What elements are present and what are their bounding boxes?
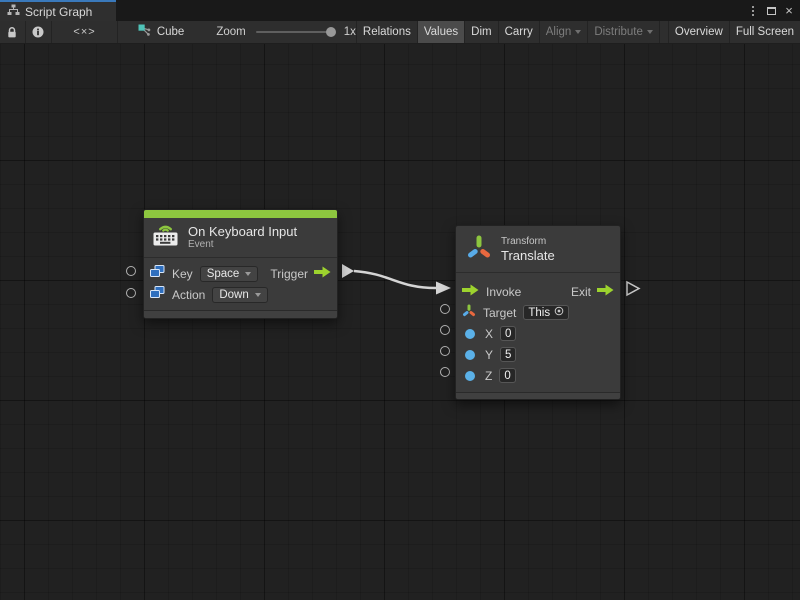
invoke-label: Invoke — [486, 285, 521, 299]
maximize-icon[interactable] — [762, 0, 780, 21]
target-label: Target — [483, 306, 516, 320]
node-body: Invoke Exit — [456, 272, 620, 392]
invoke-row: Invoke Exit — [456, 281, 620, 302]
chevron-down-icon — [255, 293, 261, 297]
tab-title: Script Graph — [25, 5, 92, 19]
event-accent-bar — [144, 210, 337, 218]
dim-button[interactable]: Dim — [465, 21, 497, 43]
x-row: X 0 — [456, 323, 620, 344]
target-field[interactable]: This — [523, 305, 569, 320]
node-header: On Keyboard Input Event — [144, 218, 337, 257]
flow-arrow-icon — [597, 283, 614, 301]
y-row: Y 5 — [456, 344, 620, 365]
graph-toolbar: <×> Cube Zoom 1x Relations — [0, 21, 800, 44]
script-graph-window: Script Graph × <×> — [0, 0, 800, 600]
node-footer — [456, 392, 620, 400]
toolbar-buttons: Relations Values Dim Carry Align Distrib… — [356, 21, 800, 43]
carry-button[interactable]: Carry — [499, 21, 539, 43]
object-picker-icon[interactable] — [554, 306, 564, 319]
z-input[interactable]: 0 — [499, 368, 515, 383]
close-icon[interactable]: × — [780, 0, 798, 21]
keyboard-icon — [152, 223, 179, 251]
target-row: Target This — [456, 302, 620, 323]
node-title: Translate — [501, 248, 555, 263]
chevron-down-icon — [575, 30, 581, 34]
y-value-port[interactable] — [440, 346, 450, 356]
key-row: Key Space Trigger — [144, 263, 337, 284]
info-icon[interactable] — [26, 21, 52, 43]
trigger-label: Trigger — [270, 267, 308, 281]
graph-canvas[interactable]: On Keyboard Input Event Key Space — [0, 44, 800, 600]
graph-context[interactable]: Cube — [138, 21, 185, 43]
y-input[interactable]: 5 — [500, 347, 516, 362]
node-header: Transform Translate — [456, 226, 620, 272]
value-port-dot — [465, 371, 475, 381]
node-body: Key Space Trigger — [144, 257, 337, 310]
zoom-label: Zoom — [216, 26, 245, 38]
graph-hierarchy-icon — [7, 3, 20, 21]
literal-icon — [150, 286, 165, 304]
key-label: Key — [172, 267, 193, 281]
node-subtitle: Event — [188, 239, 297, 251]
action-label: Action — [172, 288, 205, 302]
value-port-dot — [465, 329, 475, 339]
relations-button[interactable]: Relations — [357, 21, 417, 43]
lock-icon[interactable] — [0, 21, 25, 43]
node-transform-translate[interactable]: Transform Translate Invoke Exit — [455, 225, 621, 400]
x-input[interactable]: 0 — [500, 326, 516, 341]
key-value-port[interactable] — [126, 266, 136, 276]
flow-arrow-icon — [314, 265, 331, 283]
action-value-port[interactable] — [126, 288, 136, 298]
z-row: Z 0 — [456, 365, 620, 386]
literal-icon — [150, 265, 165, 283]
fullscreen-button[interactable]: Full Screen — [730, 21, 800, 43]
node-category: Transform — [501, 236, 555, 248]
script-graph-icon — [138, 24, 151, 40]
x-label: X — [485, 327, 493, 341]
transform-axes-icon — [462, 304, 476, 322]
target-value-port[interactable] — [440, 304, 450, 314]
titlebar: Script Graph × — [0, 0, 800, 21]
graph-context-label: Cube — [157, 26, 185, 38]
kebab-menu-icon[interactable] — [744, 0, 762, 21]
node-on-keyboard-input[interactable]: On Keyboard Input Event Key Space — [143, 209, 338, 319]
zoom-value: 1x — [344, 26, 356, 38]
flow-arrow-icon — [462, 283, 479, 301]
chevron-down-icon — [245, 272, 251, 276]
trigger-out-port[interactable] — [342, 264, 354, 278]
transform-axes-icon — [466, 234, 492, 265]
y-label: Y — [485, 348, 493, 362]
toolbar-separator — [117, 21, 118, 43]
zoom-control: Zoom 1x — [216, 21, 356, 43]
zoom-slider[interactable] — [256, 31, 334, 33]
exit-out-port[interactable] — [627, 282, 639, 295]
tab-script-graph[interactable]: Script Graph — [0, 0, 116, 21]
distribute-button[interactable]: Distribute — [588, 21, 659, 43]
window-controls: × — [744, 0, 798, 21]
action-dropdown[interactable]: Down — [212, 287, 267, 303]
overview-button[interactable]: Overview — [669, 21, 729, 43]
values-button[interactable]: Values — [418, 21, 464, 43]
code-view-icon[interactable]: <×> — [52, 21, 117, 43]
action-row: Action Down — [144, 284, 337, 305]
invoke-in-port[interactable] — [436, 282, 451, 295]
key-dropdown[interactable]: Space — [200, 266, 259, 282]
node-footer — [144, 310, 337, 319]
z-value-port[interactable] — [440, 367, 450, 377]
exit-label: Exit — [571, 285, 591, 299]
z-label: Z — [485, 369, 492, 383]
chevron-down-icon — [647, 30, 653, 34]
connection-wire[interactable] — [354, 271, 436, 288]
x-value-port[interactable] — [440, 325, 450, 335]
zoom-slider-handle[interactable] — [326, 27, 336, 37]
node-title: On Keyboard Input — [188, 224, 297, 239]
align-button[interactable]: Align — [540, 21, 588, 43]
wire-layer — [0, 44, 800, 600]
value-port-dot — [465, 350, 475, 360]
